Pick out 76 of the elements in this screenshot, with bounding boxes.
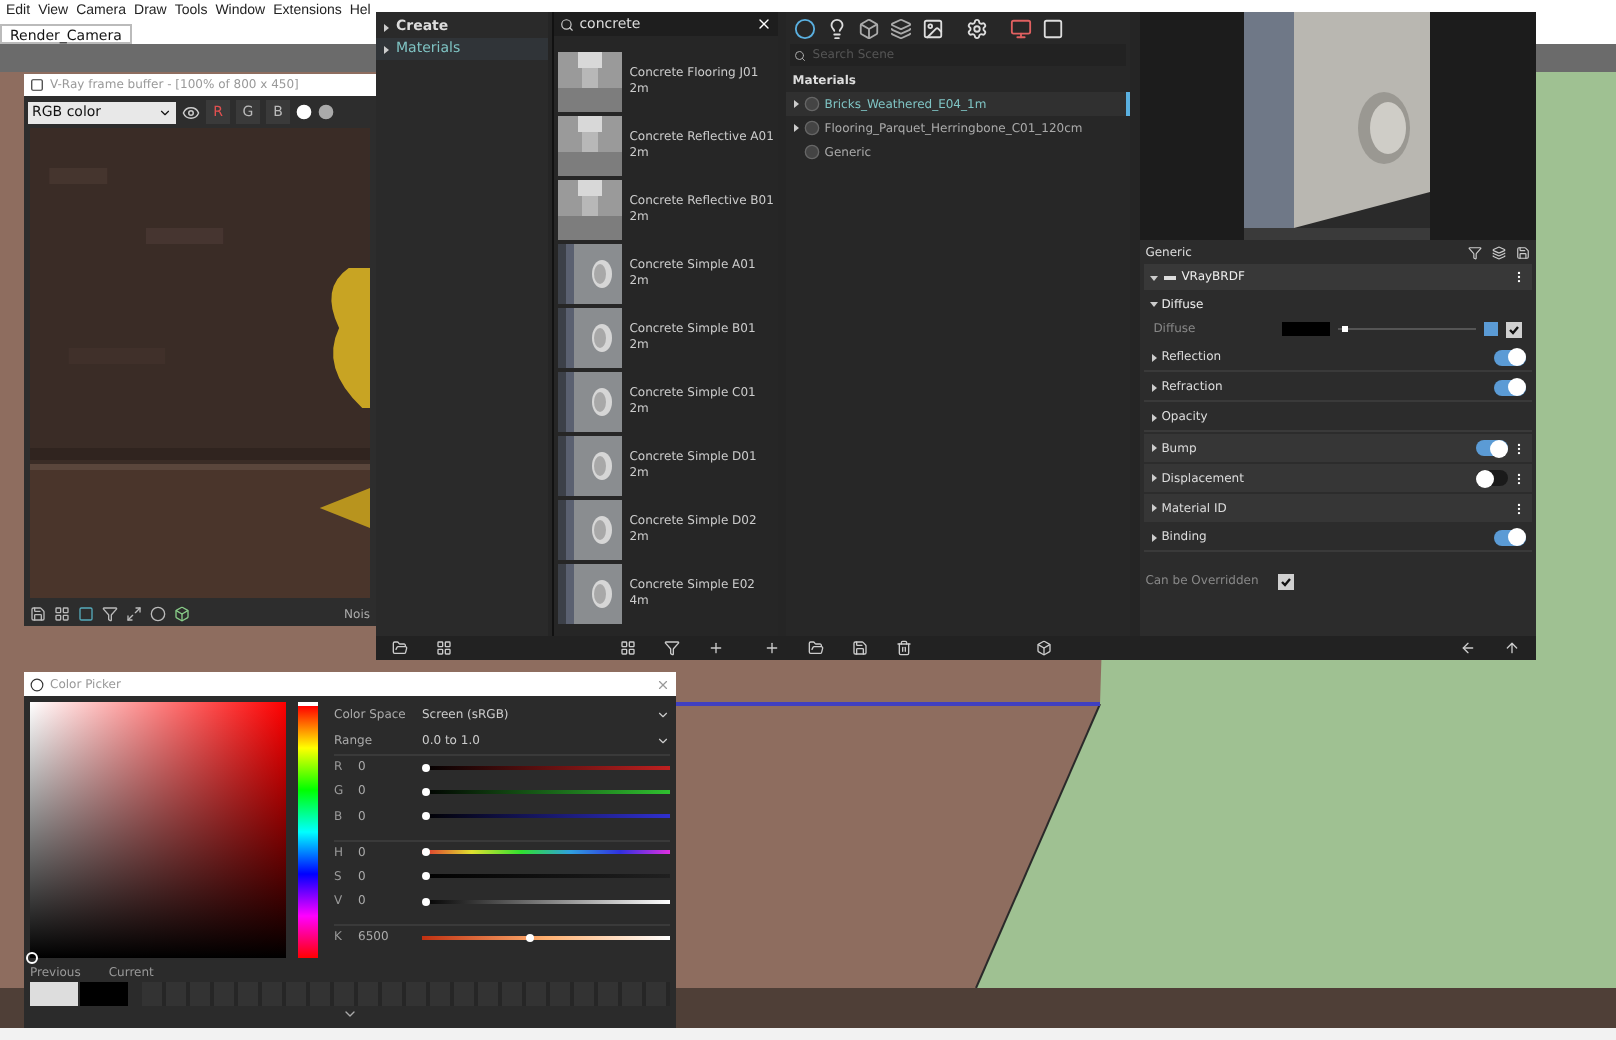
caret-icon[interactable]	[792, 124, 801, 132]
grid-icon[interactable]	[620, 640, 636, 656]
filter-icon[interactable]	[102, 606, 118, 622]
grid-icon[interactable]	[54, 606, 70, 622]
app-icon	[30, 78, 44, 92]
caret-icon[interactable]	[1149, 504, 1158, 512]
lightbulb-icon[interactable]	[826, 17, 849, 39]
toggle-switch[interactable]	[1476, 470, 1508, 486]
channel-slider[interactable]	[422, 850, 670, 855]
checkbox[interactable]	[1506, 321, 1522, 337]
layers-icon[interactable]	[1492, 245, 1506, 259]
save-icon[interactable]	[1516, 245, 1530, 259]
channel-slider[interactable]	[422, 814, 670, 819]
caret-icon[interactable]	[1149, 474, 1158, 482]
display-icon[interactable]	[182, 103, 200, 121]
saturation-value-field[interactable]	[30, 702, 286, 958]
square-icon[interactable]	[78, 606, 94, 622]
more-icon[interactable]	[1512, 471, 1526, 485]
previous-swatch	[30, 982, 78, 1006]
filter-icon[interactable]	[664, 640, 680, 656]
more-icon[interactable]	[1512, 270, 1526, 284]
caret-icon[interactable]	[792, 100, 801, 108]
cube-icon[interactable]	[858, 17, 881, 39]
checkbox[interactable]	[1278, 573, 1295, 589]
app-icon	[30, 677, 44, 691]
caret-icon[interactable]	[1149, 444, 1158, 452]
channel-slider[interactable]	[422, 899, 670, 904]
channel-slider[interactable]	[422, 874, 670, 879]
search-icon	[559, 17, 574, 31]
frame-icon[interactable]	[1042, 17, 1065, 39]
back-icon[interactable]	[1460, 640, 1476, 656]
box-icon[interactable]	[174, 606, 190, 622]
caret-icon[interactable]	[1149, 353, 1158, 361]
color-swatch[interactable]	[1281, 322, 1330, 336]
add-icon[interactable]	[764, 640, 780, 656]
toggle-switch[interactable]	[1494, 349, 1526, 365]
resize-icon[interactable]	[126, 606, 142, 622]
slider-thumb[interactable]	[422, 848, 430, 857]
save-icon[interactable]	[852, 640, 868, 656]
slider-thumb[interactable]	[422, 872, 430, 881]
hue-bar[interactable]	[298, 702, 318, 958]
caret-icon[interactable]	[1149, 383, 1158, 391]
layers-icon[interactable]	[890, 17, 913, 39]
slider-thumb[interactable]	[422, 812, 430, 821]
channel-slider[interactable]	[422, 935, 670, 940]
trash-icon[interactable]	[896, 640, 912, 656]
channel-slider[interactable]	[422, 765, 670, 770]
slider-thumb[interactable]	[526, 933, 535, 942]
caret-icon[interactable]	[1149, 533, 1158, 541]
grid-icon[interactable]	[436, 640, 452, 656]
more-icon[interactable]	[1512, 441, 1526, 455]
caret-icon[interactable]	[1149, 413, 1158, 421]
more-icon[interactable]	[1512, 501, 1526, 515]
current-swatch	[80, 982, 128, 1006]
toggle-switch[interactable]	[1494, 379, 1526, 395]
save-icon[interactable]	[30, 606, 46, 622]
toggle-switch[interactable]	[1494, 529, 1526, 545]
sphere-icon[interactable]	[318, 104, 334, 120]
slider-thumb[interactable]	[1341, 326, 1348, 332]
slider-thumb[interactable]	[422, 763, 430, 772]
slider-thumb[interactable]	[422, 897, 430, 906]
channel-slider[interactable]	[422, 789, 670, 794]
add-icon[interactable]	[708, 640, 724, 656]
folder-icon[interactable]	[392, 640, 408, 656]
folder-icon[interactable]	[808, 640, 824, 656]
search-icon	[794, 49, 807, 61]
chevron-down-icon[interactable]	[158, 105, 172, 119]
expand-icon[interactable]	[342, 1006, 358, 1022]
settings-icon[interactable]	[966, 17, 989, 39]
toggle-switch[interactable]	[1476, 440, 1508, 456]
slider-thumb[interactable]	[422, 787, 430, 796]
up-icon[interactable]	[1504, 640, 1520, 656]
circle-icon[interactable]	[150, 606, 166, 622]
caret-icon[interactable]	[1149, 273, 1158, 281]
filter-icon[interactable]	[1468, 245, 1482, 259]
caret-icon[interactable]	[1149, 300, 1158, 308]
